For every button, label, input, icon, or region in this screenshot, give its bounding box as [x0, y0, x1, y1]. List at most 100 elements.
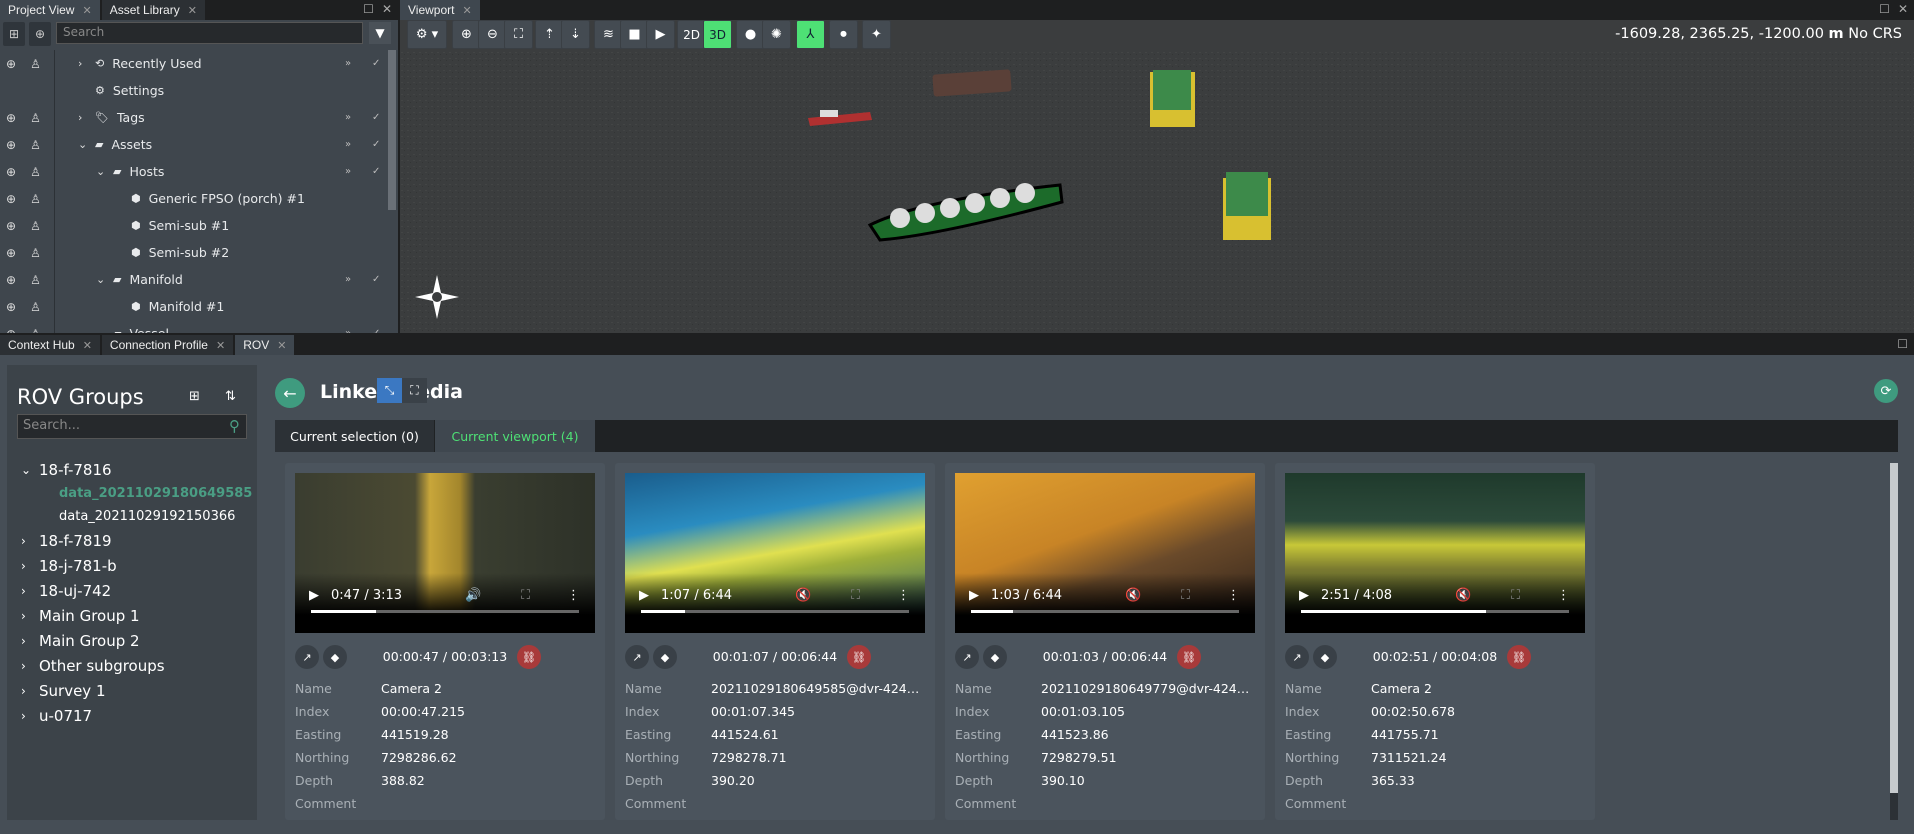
chevron-right-icon[interactable]: › [21, 584, 31, 598]
globe-eye-icon[interactable]: ⊕ [6, 219, 16, 233]
layers-button[interactable]: ≋ [594, 20, 623, 49]
tab-context-hub[interactable]: Context Hub ✕ [0, 335, 100, 355]
rov-group-item[interactable]: › Main Group 1 [21, 607, 140, 625]
more-icon[interactable]: ⋮ [567, 588, 580, 603]
close-icon[interactable]: ✕ [462, 4, 471, 17]
play-icon[interactable]: ▶ [309, 588, 319, 603]
globe-eye-icon[interactable]: ⊕ [6, 165, 16, 179]
unlink-button[interactable]: ⛓ [517, 645, 541, 669]
maximize-icon[interactable]: ☐ [1879, 2, 1890, 16]
expand-all-icon[interactable]: » [345, 112, 351, 123]
lighting-effects-button[interactable]: ✺ [762, 20, 791, 49]
light-button[interactable]: ● [736, 20, 765, 49]
video-progress[interactable] [1301, 610, 1569, 613]
chevron-right-icon[interactable]: › [21, 684, 31, 698]
camera-button[interactable]: ■ [620, 20, 649, 49]
tab-rov[interactable]: ROV ✕ [235, 335, 295, 355]
chevron-right-icon[interactable]: › [78, 57, 82, 70]
zoom-out-button[interactable]: ⊖ [478, 20, 507, 49]
expand-all-icon[interactable]: » [345, 139, 351, 150]
check-icon[interactable]: ✓ [372, 274, 380, 285]
expand-all-icon[interactable]: » [345, 328, 351, 333]
tree-row[interactable]: ⊕ ♙ › 🏷 Tags» ✓ [0, 104, 390, 131]
chevron-down-icon[interactable]: ⌄ [78, 138, 87, 151]
compact-view-button[interactable]: ⤡ [377, 378, 402, 403]
rov-data-item[interactable]: data_20211029192150366 [59, 509, 235, 524]
measure-button[interactable]: ⅄ [796, 20, 825, 49]
scrollbar-thumb[interactable] [1890, 463, 1898, 793]
check-icon[interactable]: ✓ [372, 166, 380, 177]
close-icon[interactable]: ✕ [1898, 2, 1908, 16]
tree-view-button[interactable]: ⊞ [3, 22, 25, 46]
tab-current-selection[interactable]: Current selection (0) [275, 420, 434, 452]
expand-view-button[interactable]: ⛶ [402, 378, 427, 403]
semi-sub-1[interactable] [1150, 70, 1195, 127]
more-icon[interactable]: ⋮ [1557, 588, 1570, 603]
surface-up-button[interactable]: ⇡ [535, 20, 564, 49]
tree-row[interactable]: ⊕ ♙ ⌄ ▰ Hosts» ✓ [0, 158, 390, 185]
globe-eye-icon[interactable]: ⊕ [6, 57, 16, 71]
play-button[interactable]: ▶ [646, 20, 675, 49]
add-folder-button[interactable]: ⊕ [29, 22, 51, 46]
user-eye-icon[interactable]: ♙ [30, 192, 41, 206]
fullscreen-icon[interactable]: ⛶ [851, 588, 860, 603]
chevron-right-icon[interactable]: › [21, 609, 31, 623]
user-eye-icon[interactable]: ♙ [30, 165, 41, 179]
volume-icon[interactable]: 🔊 [465, 588, 481, 603]
maximize-icon[interactable]: ☐ [363, 2, 374, 16]
play-icon[interactable]: ▶ [1299, 588, 1309, 603]
effects-button[interactable]: ✦ [862, 20, 891, 49]
chevron-down-icon[interactable]: ⌄ [96, 165, 105, 178]
tab-connection-profile[interactable]: Connection Profile ✕ [101, 335, 234, 355]
tab-asset-library[interactable]: Asset Library ✕ [101, 0, 205, 20]
video-progress[interactable] [311, 610, 579, 613]
chevron-right-icon[interactable]: › [21, 634, 31, 648]
user-eye-icon[interactable]: ♙ [30, 57, 41, 71]
rov-group-item[interactable]: › 18-j-781-b [21, 557, 117, 575]
close-icon[interactable]: ✕ [82, 4, 91, 17]
play-icon[interactable]: ▶ [639, 588, 649, 603]
chevron-down-icon[interactable]: ⌄ [96, 273, 105, 286]
chevron-down-icon[interactable]: ⌄ [21, 463, 31, 477]
tree-row[interactable]: ⊕ ♙ ⌄ ▰ Manifold» ✓ [0, 266, 390, 293]
fullscreen-icon[interactable]: ⛶ [1181, 588, 1190, 603]
tree-row[interactable]: ⊕ ♙ › ⟲ Recently Used» ✓ [0, 50, 390, 77]
tree-row[interactable]: ⊕ ♙ ⬢ Generic FPSO (porch) #1 [0, 185, 390, 212]
more-icon[interactable]: ⋮ [1227, 588, 1240, 603]
close-icon[interactable]: ✕ [216, 339, 225, 352]
tree-row[interactable]: ⊕ ♙ ⬢ Semi-sub #2 [0, 239, 390, 266]
video-progress[interactable] [971, 610, 1239, 613]
filter-button[interactable]: ▼ [369, 22, 391, 44]
rov-data-item[interactable]: data_20211029180649585 [59, 486, 252, 501]
chevron-right-icon[interactable]: › [21, 534, 31, 548]
tree-row[interactable]: ⚙ Settings [0, 77, 390, 104]
globe-eye-icon[interactable]: ⊕ [6, 327, 16, 334]
volume-muted-icon[interactable]: 🔇 [1455, 588, 1471, 603]
tree-row[interactable]: ⊕ ♙ ⬢ Semi-sub #1 [0, 212, 390, 239]
rov-group-item[interactable]: › Main Group 2 [21, 632, 140, 650]
fullscreen-icon[interactable]: ⛶ [1511, 588, 1520, 603]
user-eye-icon[interactable]: ♙ [30, 219, 41, 233]
rov-group-item[interactable]: › Other subgroups [21, 657, 165, 675]
unlink-button[interactable]: ⛓ [1507, 645, 1531, 669]
video-player[interactable]: ▶ 0:47 / 3:13 🔊 ⛶ ⋮ [295, 473, 595, 633]
back-button[interactable]: ← [275, 378, 305, 408]
tab-project-view[interactable]: Project View ✕ [0, 0, 100, 20]
chevron-right-icon[interactable]: › [21, 559, 31, 573]
zoom-in-button[interactable]: ⊕ [452, 20, 481, 49]
video-progress[interactable] [641, 610, 909, 613]
rov-group-item[interactable]: ⌄ 18-f-7816 [21, 461, 112, 479]
semi-sub-2[interactable] [1223, 172, 1271, 240]
rov-group-item[interactable]: › 18-uj-742 [21, 582, 111, 600]
more-icon[interactable]: ⋮ [897, 588, 910, 603]
search-input[interactable]: Search [56, 22, 363, 44]
surface-down-button[interactable]: ⇣ [561, 20, 590, 49]
tree-row[interactable]: ⊕♙⌄▰Vessel»✓ [0, 320, 390, 333]
expand-all-icon[interactable]: » [345, 166, 351, 177]
chevron-down-icon[interactable]: ⌄ [96, 327, 105, 333]
globe-eye-icon[interactable]: ⊕ [6, 273, 16, 287]
unlink-button[interactable]: ⛓ [847, 645, 871, 669]
globe-eye-icon[interactable]: ⊕ [6, 138, 16, 152]
3d-scene[interactable] [400, 50, 1914, 333]
search-icon[interactable]: ⚲ [229, 417, 240, 435]
